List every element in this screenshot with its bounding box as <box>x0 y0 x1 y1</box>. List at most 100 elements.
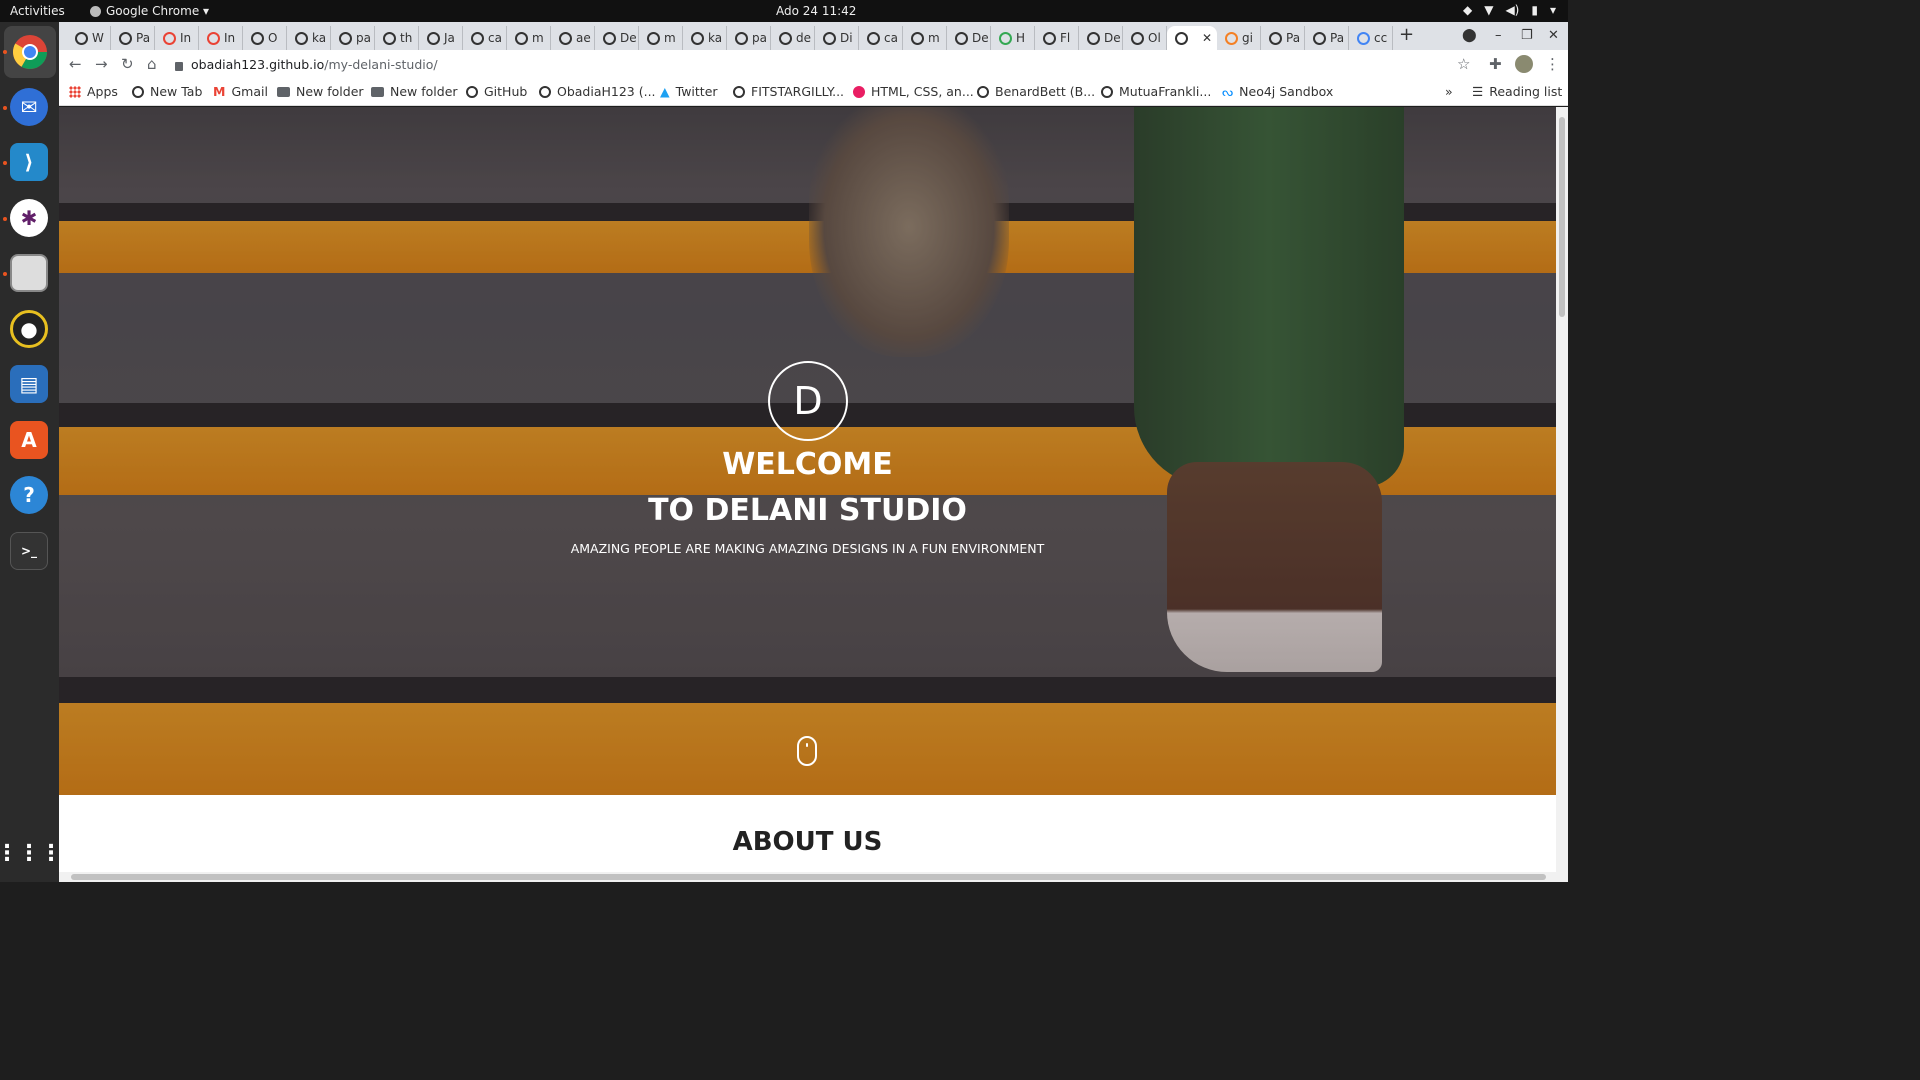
tab-label: ka <box>312 31 327 45</box>
browser-tab[interactable]: cc <box>1349 26 1393 50</box>
github-favicon <box>735 31 748 45</box>
bookmark-fitstargilly[interactable]: FITSTARGILLY... <box>733 84 844 99</box>
tab-search-icon[interactable]: ⬤ <box>1462 28 1477 43</box>
browser-tab[interactable]: Pa <box>1305 26 1349 50</box>
scrollbar-thumb[interactable] <box>1559 117 1565 317</box>
browser-tab[interactable]: de <box>771 26 815 50</box>
github-favicon <box>471 31 484 45</box>
scrollbar-thumb[interactable] <box>71 874 1546 880</box>
running-indicator <box>3 106 7 110</box>
running-indicator <box>3 272 7 276</box>
browser-tab[interactable]: Pa <box>1261 26 1305 50</box>
bookmark-twitter[interactable]: ▲ Twitter <box>660 84 718 99</box>
browser-tab[interactable]: m <box>903 26 947 50</box>
network-icon: ◆ <box>1462 3 1473 17</box>
show-apps-icon[interactable]: ⋮⋮⋮ <box>0 834 62 872</box>
writer-icon[interactable]: ▤ <box>10 365 48 403</box>
bookmark-benardbett[interactable]: BenardBett (B... <box>977 84 1095 99</box>
browser-tab[interactable]: In <box>155 26 199 50</box>
browser-tab[interactable]: m <box>639 26 683 50</box>
bookmark-mutuafrankli[interactable]: MutuaFrankli... <box>1101 84 1211 99</box>
tab-label: m <box>532 31 544 45</box>
reading-list-icon: ☰ <box>1472 84 1484 99</box>
app-menu-label: Google Chrome ▾ <box>106 4 210 18</box>
bookmark-github[interactable]: GitHub <box>466 84 527 99</box>
bookmark-neo4j[interactable]: ᔓ Neo4j Sandbox <box>1222 84 1333 99</box>
browser-tab[interactable]: ka <box>287 26 331 50</box>
clock[interactable]: Ado 24 11:42 <box>776 4 856 18</box>
active-browser-tab[interactable]: ✕ <box>1167 26 1217 50</box>
system-tray[interactable]: ◆ ▼ ◀) ▮ ▾ <box>1463 3 1556 17</box>
gmail-favicon <box>207 31 220 45</box>
app-menu[interactable]: Google Chrome ▾ <box>90 4 209 18</box>
browser-tab[interactable]: pa <box>727 26 771 50</box>
back-button[interactable]: ← <box>69 55 82 73</box>
browser-tab[interactable]: De <box>1079 26 1123 50</box>
lock-icon[interactable] <box>175 61 183 71</box>
scroll-mouse-icon[interactable] <box>797 736 817 766</box>
thunderbird-icon[interactable]: ✉ <box>10 88 48 126</box>
tab-label: H <box>1016 31 1026 45</box>
slack-icon[interactable]: ✱ <box>10 199 48 237</box>
github-favicon <box>779 31 792 45</box>
browser-tab[interactable]: Ja <box>419 26 463 50</box>
minimize-button[interactable]: – <box>1495 28 1502 43</box>
browser-tab[interactable]: pa <box>331 26 375 50</box>
browser-tab[interactable]: Pa <box>111 26 155 50</box>
reload-button[interactable]: ↻ <box>121 55 134 73</box>
bookmark-apps[interactable]: Apps <box>69 84 118 99</box>
browser-tab[interactable]: gi <box>1217 26 1261 50</box>
address-bar[interactable]: obadiah123.github.io/my-delani-studio/ <box>175 52 1475 76</box>
bookmark-new-tab[interactable]: New Tab <box>132 84 202 99</box>
browser-tab[interactable]: ca <box>463 26 507 50</box>
forward-button[interactable]: → <box>95 55 108 73</box>
browser-tab[interactable]: ca <box>859 26 903 50</box>
bookmarks-overflow-button[interactable]: » <box>1445 84 1453 99</box>
help-icon[interactable]: ? <box>10 476 48 514</box>
browser-tab[interactable]: In <box>199 26 243 50</box>
profile-avatar[interactable] <box>1515 55 1533 73</box>
browser-tab[interactable]: W <box>67 26 111 50</box>
browser-tab[interactable]: ae <box>551 26 595 50</box>
horizontal-scrollbar[interactable] <box>59 872 1568 882</box>
browser-tab[interactable]: De <box>595 26 639 50</box>
url-text: obadiah123.github.io/my-delani-studio/ <box>191 57 438 72</box>
browser-tab[interactable]: m <box>507 26 551 50</box>
home-button[interactable]: ⌂ <box>147 55 157 73</box>
extensions-icon[interactable]: ✚ <box>1489 55 1502 73</box>
browser-tab[interactable]: ka <box>683 26 727 50</box>
maximize-button[interactable]: ❐ <box>1521 28 1533 43</box>
chrome-dock-item[interactable] <box>4 26 56 78</box>
reading-list-button[interactable]: ☰ Reading list <box>1472 84 1562 99</box>
bookmark-gmail[interactable]: M Gmail <box>213 84 268 99</box>
tab-label: gi <box>1242 31 1253 45</box>
github-favicon <box>515 31 528 45</box>
browser-tab[interactable]: Fl <box>1035 26 1079 50</box>
bookmark-folder[interactable]: New folder <box>371 84 458 99</box>
menu-kebab-icon[interactable]: ⋮ <box>1545 55 1560 73</box>
globe-favicon <box>1175 31 1188 45</box>
bookmarks-bar: Apps New Tab M Gmail New folder New folde… <box>59 78 1568 106</box>
bookmark-label: Neo4j Sandbox <box>1239 84 1334 99</box>
browser-tab[interactable]: Di <box>815 26 859 50</box>
browser-tab[interactable]: O <box>243 26 287 50</box>
rhythmbox-icon[interactable]: ● <box>10 310 48 348</box>
vertical-scrollbar[interactable] <box>1556 107 1568 872</box>
browser-tab[interactable]: th <box>375 26 419 50</box>
close-window-button[interactable]: ✕ <box>1548 28 1559 43</box>
hero-subtitle: AMAZING PEOPLE ARE MAKING AMAZING DESIGN… <box>570 541 1045 556</box>
bookmark-obadiah[interactable]: ObadiaH123 (... <box>539 84 656 99</box>
tab-close-icon[interactable]: ✕ <box>1202 31 1212 45</box>
bookmark-folder[interactable]: New folder <box>277 84 364 99</box>
browser-tab[interactable]: Ol <box>1123 26 1167 50</box>
files-icon[interactable] <box>10 254 48 292</box>
vscode-icon[interactable]: ⟩ <box>10 143 48 181</box>
bookmark-html-css[interactable]: HTML, CSS, an... <box>853 84 974 99</box>
new-tab-button[interactable]: + <box>1399 24 1414 45</box>
software-icon[interactable]: A <box>10 421 48 459</box>
terminal-icon[interactable]: >_ <box>10 532 48 570</box>
browser-tab[interactable]: H <box>991 26 1035 50</box>
activities-button[interactable]: Activities <box>10 4 65 18</box>
browser-tab[interactable]: De <box>947 26 991 50</box>
bookmark-star-icon[interactable]: ☆ <box>1457 55 1470 73</box>
